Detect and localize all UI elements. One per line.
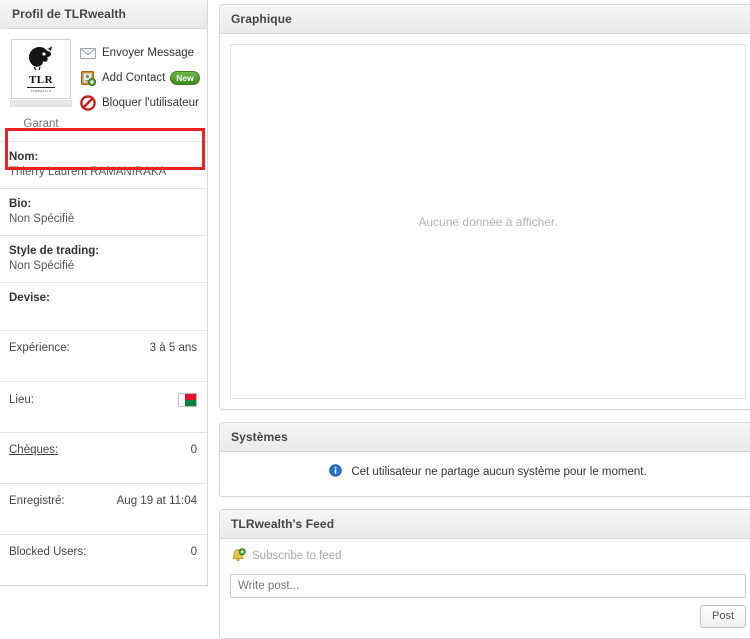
- avatar-logo-subtext: TLRWEALTH: [31, 89, 52, 93]
- info-label-devise: Devise:: [9, 292, 197, 304]
- post-button[interactable]: Post: [700, 605, 746, 628]
- info-row-bio: Bio: Non Spécifié: [0, 188, 207, 235]
- info-row-cheques: Chèques: 0: [0, 432, 207, 483]
- info-value-bio: Non Spécifié: [9, 213, 197, 225]
- block-user-icon: [80, 95, 96, 111]
- add-contact-action[interactable]: Add Contact New: [80, 70, 200, 86]
- info-row-experience: Expérience: 3 à 5 ans: [0, 330, 207, 381]
- profile-page: Profil de TLRwealth: [0, 0, 750, 585]
- subscribe-to-feed-action[interactable]: Subscribe to feed: [230, 548, 746, 564]
- info-label-experience: Expérience:: [9, 342, 70, 354]
- subscribe-to-feed-label: Subscribe to feed: [252, 550, 342, 562]
- info-row-trading-style: Style de trading: Non Spécifié: [0, 235, 207, 282]
- info-row-devise: Devise:: [0, 282, 207, 330]
- info-value-nom: Thierry Laurent RAMANIRAKA: [9, 166, 197, 178]
- info-label-cheques[interactable]: Chèques:: [9, 444, 58, 456]
- info-icon: [329, 464, 345, 480]
- profile-panel-body: TLR TLRWEALTH Garant: [0, 29, 207, 585]
- chart-panel: Graphique Aucune donnée à afficher.: [219, 4, 750, 410]
- profile-header-block: TLR TLRWEALTH Garant: [0, 29, 207, 132]
- block-user-action[interactable]: Bloquer l'utilisateur: [80, 95, 200, 111]
- bell-add-icon: [230, 548, 246, 564]
- info-label-bio: Bio:: [9, 198, 197, 210]
- block-user-label: Bloquer l'utilisateur: [102, 97, 199, 109]
- chart-panel-title: Graphique: [220, 5, 750, 34]
- avatar-logo-icon: [12, 45, 70, 74]
- info-row-blocked-users: Blocked Users: 0: [0, 534, 207, 585]
- profile-panel-title: Profil de TLRwealth: [0, 0, 207, 29]
- feed-panel-title: TLRwealth's Feed: [220, 510, 750, 539]
- add-contact-icon: [80, 70, 96, 86]
- info-label-blocked-users: Blocked Users:: [9, 546, 86, 558]
- systems-panel-body: Cet utilisateur ne partage aucun système…: [220, 452, 750, 496]
- info-value-blocked-users: 0: [191, 546, 197, 558]
- post-button-row: Post: [230, 605, 746, 628]
- info-label-trading-style: Style de trading:: [9, 245, 197, 257]
- systems-panel: Systèmes Cet utilisateur ne partage aucu…: [219, 422, 750, 497]
- madagascar-flag-icon: [178, 393, 197, 407]
- info-row-registered: Enregistré: Aug 19 at 11:04: [0, 483, 207, 534]
- info-row-nom: Nom: Thierry Laurent RAMANIRAKA: [0, 141, 207, 188]
- avatar-block: TLR TLRWEALTH Garant: [8, 39, 74, 130]
- write-post-input[interactable]: [230, 574, 746, 598]
- systems-empty-message: Cet utilisateur ne partage aucun système…: [351, 466, 646, 478]
- info-value-experience: 3 à 5 ans: [150, 342, 197, 354]
- info-label-registered: Enregistré:: [9, 495, 65, 507]
- chart-panel-body: Aucune donnée à afficher.: [220, 44, 750, 399]
- avatar-base: [10, 100, 72, 107]
- profile-sidebar: Profil de TLRwealth: [0, 0, 208, 585]
- profile-info-rows: Nom: Thierry Laurent RAMANIRAKA Bio: Non…: [0, 141, 207, 585]
- feed-panel-body: Subscribe to feed Post: [220, 539, 750, 638]
- info-value-registered: Aug 19 at 11:04: [117, 495, 197, 507]
- avatar[interactable]: TLR TLRWEALTH: [11, 39, 71, 99]
- lion-head-icon: [24, 45, 58, 71]
- guarantor-link[interactable]: Garant: [23, 118, 58, 130]
- main-column: Graphique Aucune donnée à afficher. Syst…: [219, 4, 750, 639]
- add-contact-new-badge: New: [170, 71, 199, 86]
- info-label-nom: Nom:: [9, 151, 197, 163]
- systems-panel-title: Systèmes: [220, 423, 750, 452]
- send-message-action[interactable]: Envoyer Message: [80, 45, 200, 61]
- guarantor-link-wrap: Garant: [8, 116, 74, 130]
- info-value-trading-style: Non Spécifié: [9, 260, 197, 272]
- info-label-lieu: Lieu:: [9, 394, 34, 406]
- send-message-label: Envoyer Message: [102, 47, 194, 59]
- profile-panel: Profil de TLRwealth: [0, 0, 208, 586]
- chart-empty-message: Aucune donnée à afficher.: [418, 215, 557, 229]
- profile-actions: Envoyer Message: [74, 39, 200, 111]
- envelope-icon: [80, 45, 96, 61]
- info-row-lieu: Lieu:: [0, 381, 207, 432]
- info-value-cheques: 0: [191, 444, 197, 456]
- add-contact-label: Add Contact: [102, 72, 165, 84]
- feed-panel: TLRwealth's Feed Subscribe to feed: [219, 509, 750, 639]
- chart-canvas[interactable]: Aucune donnée à afficher.: [230, 44, 746, 399]
